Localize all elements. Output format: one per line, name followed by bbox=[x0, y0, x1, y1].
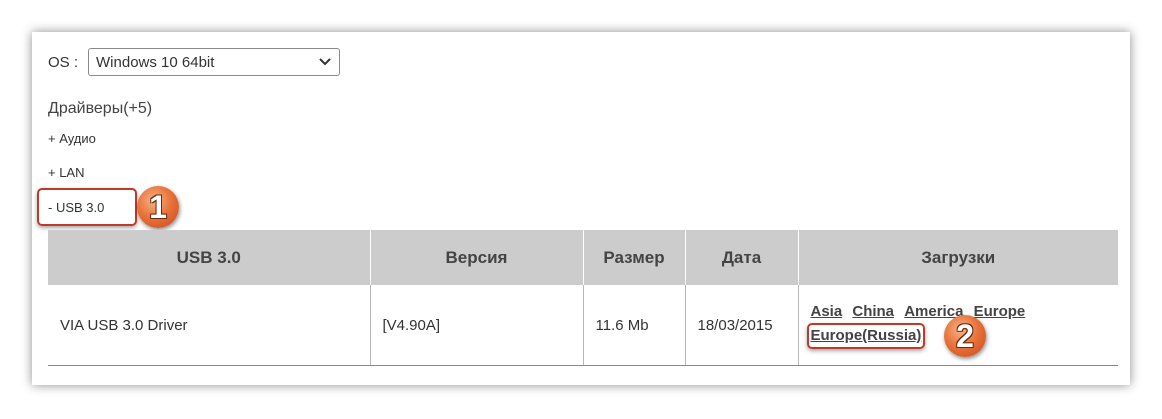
driver-download-panel: OS : Windows 10 64bit Драйверы(+5) + Ауд… bbox=[32, 32, 1130, 385]
header-date: Дата bbox=[684, 230, 798, 285]
drivers-heading: Драйверы(+5) bbox=[48, 100, 153, 117]
header-version: Версия bbox=[369, 230, 583, 285]
header-name: USB 3.0 bbox=[48, 230, 370, 285]
category-audio[interactable]: + Аудио bbox=[48, 131, 96, 146]
download-link-china[interactable]: China bbox=[852, 303, 894, 320]
highlight-frame-russia: Europe(Russia) bbox=[806, 323, 926, 349]
table-header-row: USB 3.0 Версия Размер Дата Загрузки bbox=[48, 230, 1118, 285]
os-label: OS : bbox=[48, 53, 79, 71]
os-dropdown-value: Windows 10 64bit bbox=[96, 53, 215, 71]
cell-driver-name: VIA USB 3.0 Driver bbox=[48, 285, 370, 366]
cell-size: 11.6 Mb bbox=[582, 285, 685, 366]
category-usb3[interactable]: - USB 3.0 bbox=[48, 200, 104, 215]
download-link-europe-russia[interactable]: Europe(Russia) bbox=[811, 327, 922, 344]
step-badge-1: 1 bbox=[137, 186, 179, 228]
os-dropdown[interactable]: Windows 10 64bit bbox=[88, 48, 341, 76]
download-link-asia[interactable]: Asia bbox=[811, 303, 843, 320]
category-lan[interactable]: + LAN bbox=[48, 165, 85, 180]
step-badge-2: 2 bbox=[944, 315, 986, 357]
chevron-down-icon bbox=[319, 58, 331, 66]
header-downloads: Загрузки bbox=[797, 230, 1118, 285]
os-selector-row: OS : Windows 10 64bit bbox=[48, 47, 341, 77]
download-link-europe[interactable]: Europe bbox=[974, 303, 1026, 320]
header-size: Размер bbox=[582, 230, 685, 285]
cell-version: [V4.90A] bbox=[369, 285, 583, 366]
cell-date: 18/03/2015 bbox=[684, 285, 798, 366]
